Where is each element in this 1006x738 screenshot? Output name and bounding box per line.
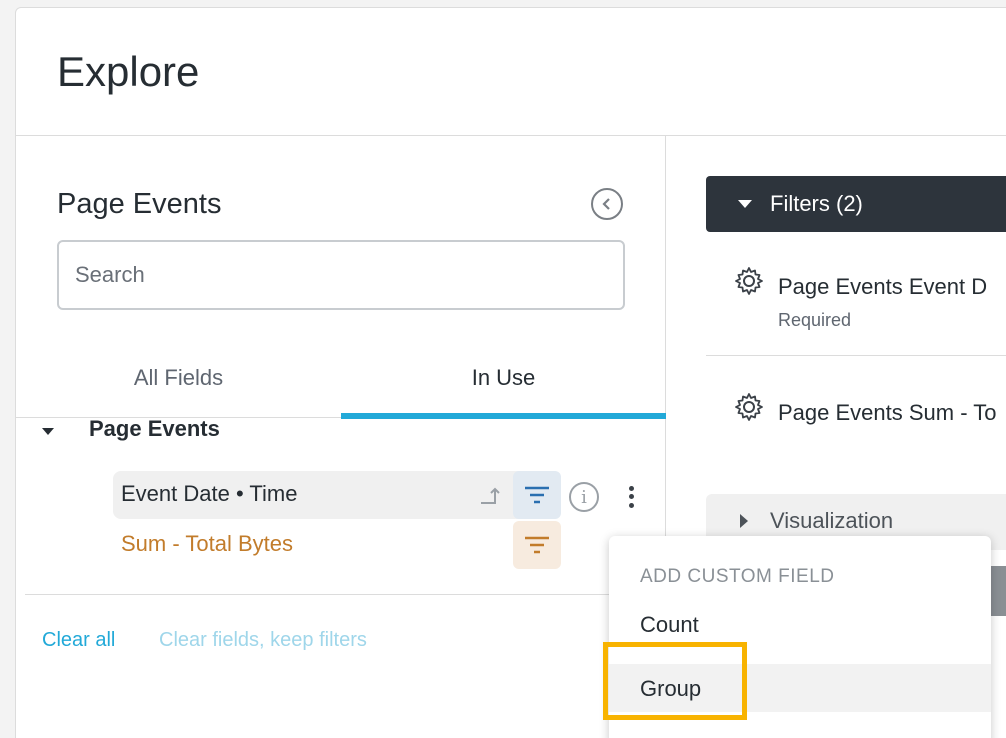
caret-down-icon xyxy=(42,428,54,435)
view-group-header[interactable]: Page Events xyxy=(16,416,666,446)
filters-label: Filters (2) xyxy=(770,191,863,216)
view-label: Page Events xyxy=(89,416,220,441)
pivot-icon[interactable] xyxy=(475,481,503,509)
field-row-sum-total-bytes[interactable]: Sum - Total Bytes xyxy=(113,521,561,569)
filter-icon[interactable] xyxy=(513,521,561,569)
info-icon[interactable]: i xyxy=(569,482,599,512)
filter-name: Page Events Sum - To xyxy=(778,400,997,425)
gear-icon[interactable] xyxy=(734,392,764,422)
filter-icon[interactable] xyxy=(513,471,561,519)
visualization-label: Visualization xyxy=(770,508,894,533)
field-label: Sum - Total Bytes xyxy=(121,531,293,556)
filter-item: Page Events Event D Required xyxy=(706,246,1006,356)
filters-section-header[interactable]: Filters (2) xyxy=(706,176,1006,232)
search-input[interactable] xyxy=(57,240,625,310)
clear-all-link[interactable]: Clear all xyxy=(42,629,115,652)
filter-item: Page Events Sum - To xyxy=(706,372,1006,442)
highlight-annotation xyxy=(603,642,747,720)
more-vertical-icon[interactable] xyxy=(620,480,642,514)
clear-fields-keep-filters-link[interactable]: Clear fields, keep filters xyxy=(159,629,367,652)
menu-item-label: Count xyxy=(640,612,699,637)
tab-in-use[interactable]: In Use xyxy=(341,354,666,419)
field-picker-footer: Clear all Clear fields, keep filters xyxy=(25,594,666,694)
caret-down-icon xyxy=(738,200,752,208)
tab-all-fields[interactable]: All Fields xyxy=(16,354,341,418)
app-header: Explore xyxy=(16,8,1006,136)
menu-heading: ADD CUSTOM FIELD xyxy=(640,566,835,587)
field-row-event-date-time[interactable]: Event Date • Time xyxy=(113,471,561,519)
page-title: Explore xyxy=(57,48,200,95)
field-label: Event Date • Time xyxy=(121,481,298,506)
filter-required-note: Required xyxy=(778,310,852,330)
field-tabs: All Fields In Use xyxy=(16,354,666,419)
explore-name: Page Events xyxy=(57,188,222,220)
caret-right-icon xyxy=(740,514,748,528)
gear-icon[interactable] xyxy=(734,266,764,296)
menu-item-count[interactable]: Count xyxy=(609,600,991,648)
chevron-left-circle-icon[interactable] xyxy=(591,188,623,220)
filter-name: Page Events Event D xyxy=(778,274,988,299)
